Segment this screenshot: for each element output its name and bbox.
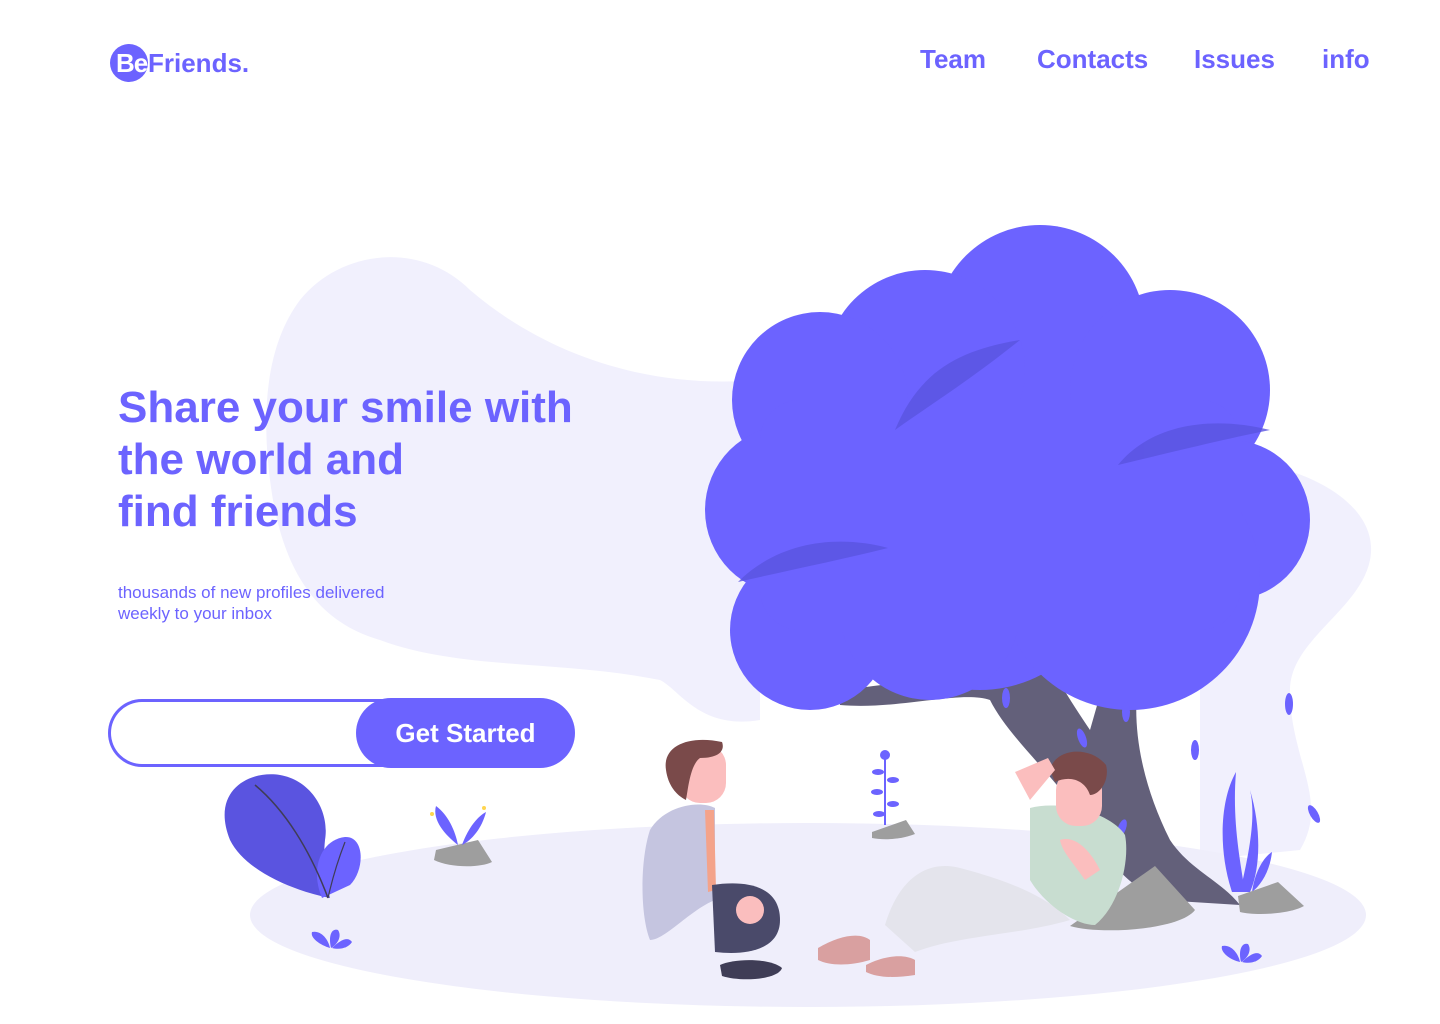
- nav-link-team[interactable]: Team: [920, 44, 986, 75]
- hero-title-line: Share your smile with: [118, 383, 573, 432]
- nav-link-info[interactable]: info: [1322, 44, 1370, 75]
- rock-icon: [430, 806, 492, 867]
- plant-icon: [224, 774, 361, 899]
- hero-subtitle-line: thousands of new profiles delivered: [118, 583, 385, 602]
- hero-title-line: find friends: [118, 487, 358, 536]
- nav-link-issues[interactable]: Issues: [1194, 44, 1275, 75]
- tree-icon: [705, 225, 1310, 710]
- hero-subtitle-line: weekly to your inbox: [118, 604, 273, 623]
- hero-title: Share your smile with the world and find…: [118, 382, 573, 538]
- nav-link-contacts[interactable]: Contacts: [1037, 44, 1148, 75]
- hero-title-line: the world and: [118, 435, 404, 484]
- ground-ellipse: [250, 823, 1366, 1007]
- logo-mark-text: Be: [116, 48, 148, 78]
- hero-subtitle: thousands of new profiles delivered week…: [118, 582, 385, 624]
- logo-wordmark: Friends.: [148, 48, 250, 78]
- get-started-button[interactable]: Get Started: [356, 698, 575, 768]
